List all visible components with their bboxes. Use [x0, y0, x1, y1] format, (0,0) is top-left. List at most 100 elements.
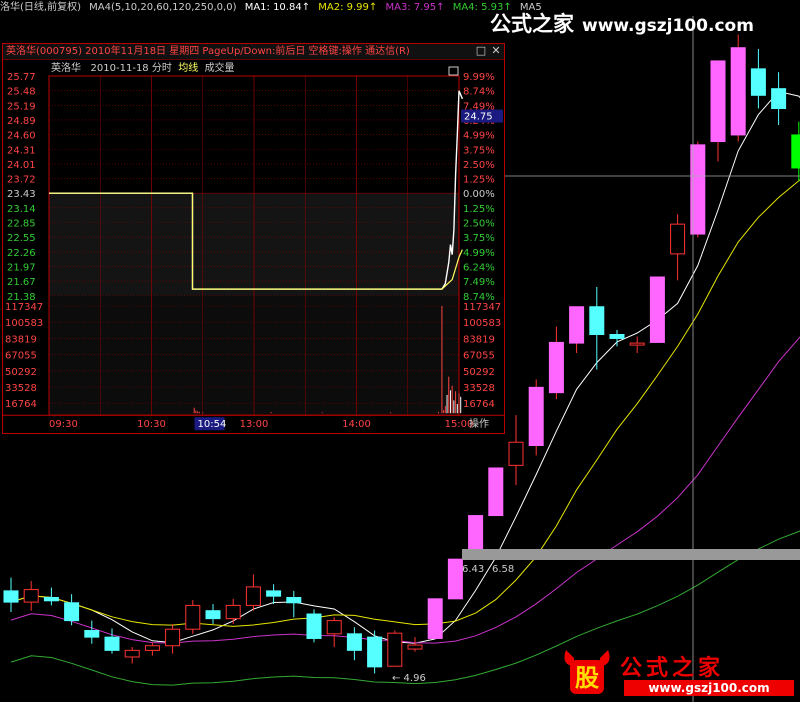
- volume-tick-label-right: 117347: [463, 302, 501, 313]
- candle: [104, 628, 120, 654]
- price-tick-label: 21.67: [7, 277, 36, 288]
- candle: [771, 72, 787, 126]
- pct-tick-label: 4.99%: [463, 248, 495, 259]
- candle: [165, 623, 181, 654]
- candle-body: [144, 645, 160, 651]
- pct-tick-label: 3.75%: [463, 233, 495, 244]
- candle: [286, 590, 302, 618]
- candle: [84, 620, 100, 644]
- time-tick-label: 14:00: [342, 419, 371, 430]
- candle-body: [104, 636, 120, 651]
- time-tick-label: 10:30: [137, 419, 166, 430]
- candle: [528, 379, 544, 456]
- intraday-chart[interactable]: 25.77 9.99% 25.48 8.74% 25.19 7.49% 24.89 6.24%…: [3, 44, 504, 433]
- candle: [629, 336, 645, 353]
- candle-body: [649, 276, 665, 343]
- price-tick-label: 23.72: [7, 175, 36, 186]
- pct-tick-label: 7.49%: [463, 277, 495, 288]
- candle-body: [23, 589, 39, 603]
- annotation-low-price: ← 4.96: [392, 673, 426, 684]
- candle-body: [64, 602, 80, 622]
- candle-body: [286, 596, 302, 604]
- price-tick-label: 23.14: [7, 204, 36, 215]
- candle-body: [3, 590, 19, 603]
- candle: [266, 584, 282, 605]
- candle-body: [326, 620, 342, 635]
- candle: [750, 49, 766, 109]
- candle: [508, 415, 524, 486]
- candle: [609, 329, 625, 347]
- candle: [306, 609, 322, 643]
- candle: [649, 276, 665, 343]
- price-tick-label: 23.43: [7, 189, 36, 200]
- volume-tick-label-right: 83819: [463, 334, 495, 345]
- candle: [427, 598, 443, 639]
- candle-body: [367, 636, 383, 668]
- volume-tick-label: 67055: [5, 351, 37, 362]
- candle: [791, 121, 800, 182]
- price-tick-label: 24.60: [7, 131, 36, 142]
- candle-body: [266, 590, 282, 597]
- candle: [64, 594, 80, 626]
- pct-tick-label: 0.00%: [463, 189, 495, 200]
- pct-tick-label: 4.99%: [463, 131, 495, 142]
- volume-tick-label-right: 33528: [463, 383, 495, 394]
- pct-tick-label: 1.25%: [463, 204, 495, 215]
- candle-body: [427, 598, 443, 639]
- watermark-top-name: 公式之家: [490, 12, 574, 36]
- stock-period-label[interactable]: 洛华(日线,前复权): [0, 2, 81, 13]
- candle-body: [569, 306, 585, 344]
- candle: [245, 574, 261, 611]
- pct-tick-label: 3.75%: [463, 145, 495, 156]
- candle-body: [750, 68, 766, 96]
- ma-params-label[interactable]: MA4(5,10,20,60,120,250,0,0): [89, 2, 236, 13]
- price-tick-label: 22.55: [7, 233, 36, 244]
- candle-body: [548, 341, 564, 394]
- candle-body: [245, 586, 261, 606]
- pct-tick-label: 6.24%: [463, 262, 495, 273]
- candle: [730, 34, 746, 142]
- price-tick-label: 25.48: [7, 87, 36, 98]
- candle-body: [225, 604, 241, 620]
- price-band: [462, 549, 800, 560]
- candle-body: [589, 306, 605, 335]
- candle-body: [43, 596, 59, 602]
- candle-body: [346, 633, 362, 651]
- candle: [488, 467, 504, 517]
- price-tick-label: 25.77: [7, 72, 36, 83]
- price-tick-label: 22.26: [7, 248, 36, 259]
- bull-logo-icon: 股: [564, 650, 610, 694]
- candle-body: [730, 47, 746, 136]
- volume-tick-label: 100583: [5, 318, 43, 329]
- action-button[interactable]: 操作: [469, 417, 489, 430]
- candle-body: [165, 628, 181, 647]
- candle: [185, 600, 201, 634]
- volume-tick-label: 117347: [5, 302, 43, 313]
- candle-body: [488, 467, 504, 517]
- price-tick-label: 24.89: [7, 116, 36, 127]
- volume-tick-label-right: 16764: [463, 399, 495, 410]
- intraday-popup[interactable]: 英洛华(000795) 2010年11月18日 星期四 PageUp/Down:…: [2, 43, 505, 434]
- volume-tick-label-right: 100583: [463, 318, 501, 329]
- pct-tick-label: 1.25%: [463, 175, 495, 186]
- ma1-value: MA1: 10.84↑: [244, 2, 311, 13]
- cursor-time-label: 10:54: [198, 419, 227, 430]
- candle: [23, 580, 39, 611]
- price-tick-label: 25.19: [7, 101, 36, 112]
- time-tick-label: 09:30: [49, 419, 78, 430]
- candle: [3, 577, 19, 613]
- candle-body: [670, 223, 686, 255]
- pct-tick-label: 8.74%: [463, 87, 495, 98]
- candle: [124, 647, 140, 664]
- watermark-bottom: 股 公式之家 www.gszj100.com: [558, 644, 798, 700]
- watermark-top-url: www.gszj100.com: [582, 16, 754, 36]
- badge-text: 股: [575, 664, 599, 692]
- volume-tick-label-right: 67055: [463, 351, 495, 362]
- candle: [569, 306, 585, 353]
- price-tick-label: 22.85: [7, 219, 36, 230]
- candle: [225, 598, 241, 624]
- candle: [144, 642, 160, 656]
- candle: [548, 326, 564, 400]
- candle-body: [791, 134, 800, 169]
- price-tick-label: 24.31: [7, 145, 36, 156]
